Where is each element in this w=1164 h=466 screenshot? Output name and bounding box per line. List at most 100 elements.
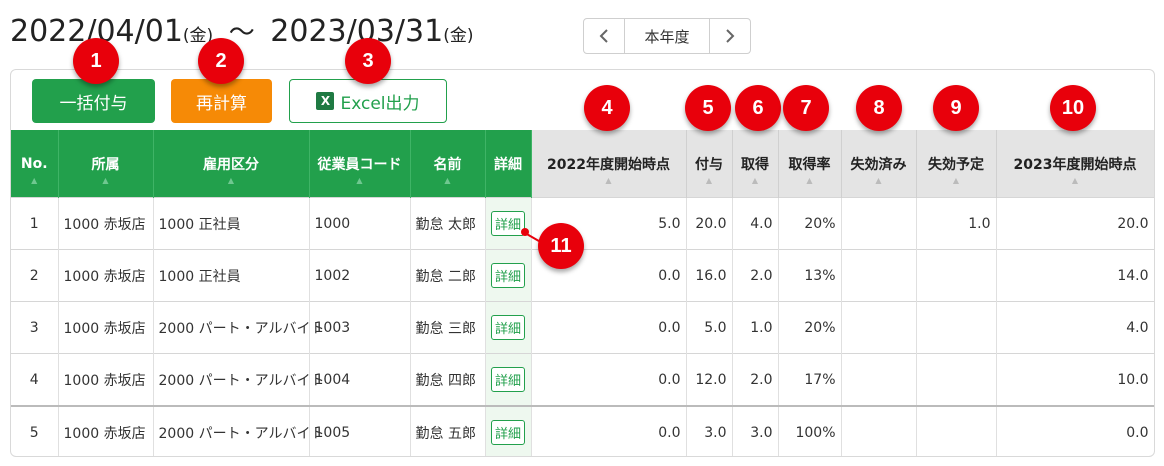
- cell-next-balance: 4.0: [996, 301, 1154, 354]
- cell-detail: 詳細: [485, 353, 532, 406]
- sort-icon: ▲: [605, 176, 612, 185]
- cell-taken: 2.0: [732, 249, 779, 302]
- cell-employee-code: 1003: [309, 301, 411, 354]
- excel-icon: X: [316, 92, 335, 110]
- cell-rate: 100%: [778, 405, 842, 456]
- col-header-employment-type[interactable]: 雇用区分 ▲: [153, 130, 310, 198]
- sort-icon: ▲: [102, 176, 109, 185]
- cell-employment-type: 1000 正社員: [153, 197, 310, 250]
- chevron-left-icon: [599, 29, 608, 43]
- leave-table: No. ▲ 所属 ▲ 雇用区分 ▲ 従業員コード ▲ 名前 ▲ 詳細 2022年度開始時点…: [11, 130, 1154, 456]
- annotation-badge-8: 8: [856, 85, 902, 131]
- cell-name: 勤怠 太郎: [410, 197, 486, 250]
- annotation-badge-5: 5: [685, 85, 731, 131]
- cell-granted: 16.0: [686, 249, 733, 302]
- cell-employee-code: 1000: [309, 197, 411, 250]
- cell-no: 3: [11, 301, 59, 354]
- cell-expired: [841, 353, 917, 406]
- annotation-badge-6: 6: [735, 85, 781, 131]
- annotation-badge-9: 9: [933, 85, 979, 131]
- cell-expiring: [916, 301, 997, 354]
- excel-export-button[interactable]: X Excel出力: [289, 79, 447, 123]
- current-year-button[interactable]: 本年度: [624, 19, 710, 53]
- table-row: 2 1000 赤坂店 1000 正社員 1002 勤怠 二郎 詳細 0.0 16.0 2.0 13…: [11, 249, 1154, 302]
- table-header-row: No. ▲ 所属 ▲ 雇用区分 ▲ 従業員コード ▲ 名前 ▲ 詳細 2022年度開始時点…: [11, 130, 1154, 198]
- cell-dept: 1000 赤坂店: [58, 197, 154, 250]
- cell-no: 4: [11, 353, 59, 406]
- cell-employee-code: 1004: [309, 353, 411, 406]
- cell-name: 勤怠 五郎: [410, 405, 486, 456]
- col-header-rate[interactable]: 取得率 ▲: [778, 130, 842, 198]
- sort-icon: ▲: [875, 176, 882, 185]
- col-header-employee-code[interactable]: 従業員コード ▲: [309, 130, 411, 198]
- cell-start-balance: 0.0: [531, 405, 687, 456]
- detail-button[interactable]: 詳細: [490, 211, 525, 236]
- cell-expiring: [916, 353, 997, 406]
- col-header-granted[interactable]: 付与 ▲: [686, 130, 733, 198]
- detail-button[interactable]: 詳細: [490, 315, 525, 340]
- cell-dept: 1000 赤坂店: [58, 353, 154, 406]
- annotation-badge-7: 7: [783, 85, 829, 131]
- leave-summary-panel: 一括付与 再計算 X Excel出力 No. ▲ 所属 ▲ 雇用区分 ▲ 従業員コード…: [10, 69, 1155, 457]
- next-year-button[interactable]: [710, 19, 750, 53]
- cell-dept: 1000 赤坂店: [58, 249, 154, 302]
- col-header-next-balance[interactable]: 2023年度開始時点 ▲: [996, 130, 1154, 198]
- col-header-no[interactable]: No. ▲: [11, 130, 59, 198]
- cell-detail: 詳細: [485, 405, 532, 456]
- cell-expiring: [916, 249, 997, 302]
- col-header-dept[interactable]: 所属 ▲: [58, 130, 154, 198]
- sort-icon: ▲: [31, 176, 38, 185]
- cell-next-balance: 0.0: [996, 405, 1154, 456]
- cell-next-balance: 20.0: [996, 197, 1154, 250]
- cell-rate: 17%: [778, 353, 842, 406]
- annotation-badge-3: 3: [345, 38, 391, 84]
- sort-icon: ▲: [227, 176, 235, 185]
- annotation-badge-4: 4: [584, 85, 630, 131]
- cell-start-balance: 0.0: [531, 301, 687, 354]
- cell-detail: 詳細: [485, 197, 532, 250]
- cell-taken: 1.0: [732, 301, 779, 354]
- table-row: 4 1000 赤坂店 2000 パート・アルバイト 1004 勤怠 四郎 詳細 0.0 12.…: [11, 353, 1154, 406]
- col-header-expired[interactable]: 失効済み ▲: [841, 130, 917, 198]
- cell-no: 1: [11, 197, 59, 250]
- col-header-name[interactable]: 名前 ▲: [410, 130, 486, 198]
- annotation-badge-11: 11: [538, 223, 584, 269]
- cell-employment-type: 2000 パート・アルバイト: [153, 353, 324, 406]
- col-header-taken[interactable]: 取得 ▲: [732, 130, 779, 198]
- cell-expired: [841, 301, 917, 354]
- recalculate-button[interactable]: 再計算: [171, 79, 272, 123]
- detail-button[interactable]: 詳細: [490, 420, 525, 445]
- cell-no: 2: [11, 249, 59, 302]
- cell-detail: 詳細: [485, 301, 532, 354]
- cell-dept: 1000 赤坂店: [58, 301, 154, 354]
- cell-taken: 4.0: [732, 197, 779, 250]
- cell-granted: 3.0: [686, 405, 733, 456]
- cell-detail: 詳細: [485, 249, 532, 302]
- detail-button[interactable]: 詳細: [490, 367, 525, 392]
- year-navigator: 本年度: [583, 18, 751, 54]
- cell-name: 勤怠 四郎: [410, 353, 486, 406]
- bulk-grant-button[interactable]: 一括付与: [32, 79, 155, 123]
- table-row: 3 1000 赤坂店 2000 パート・アルバイト 1003 勤怠 三郎 詳細 0.0 5.0…: [11, 301, 1154, 354]
- detail-button[interactable]: 詳細: [490, 263, 525, 288]
- cell-taken: 2.0: [732, 353, 779, 406]
- table-row: 5 1000 赤坂店 2000 パート・アルバイト 1005 勤怠 五郎 詳細 0.0 3.0…: [11, 405, 1154, 456]
- excel-export-label: Excel出力: [340, 93, 420, 114]
- col-header-start-balance[interactable]: 2022年度開始時点 ▲: [531, 130, 687, 198]
- cell-granted: 5.0: [686, 301, 733, 354]
- sort-icon: ▲: [444, 176, 451, 185]
- cell-next-balance: 14.0: [996, 249, 1154, 302]
- cell-start-balance: 0.0: [531, 353, 687, 406]
- cell-employee-code: 1005: [309, 405, 411, 456]
- cell-next-balance: 10.0: [996, 353, 1154, 406]
- annotation-badge-2: 2: [198, 38, 244, 84]
- cell-granted: 12.0: [686, 353, 733, 406]
- col-header-expiring[interactable]: 失効予定 ▲: [916, 130, 997, 198]
- sort-icon: ▲: [356, 176, 363, 185]
- col-header-detail: 詳細: [485, 130, 532, 198]
- annotation-badge-1: 1: [73, 38, 119, 84]
- cell-name: 勤怠 二郎: [410, 249, 486, 302]
- sort-icon: ▲: [952, 176, 960, 185]
- cell-no: 5: [11, 405, 59, 456]
- prev-year-button[interactable]: [584, 19, 624, 53]
